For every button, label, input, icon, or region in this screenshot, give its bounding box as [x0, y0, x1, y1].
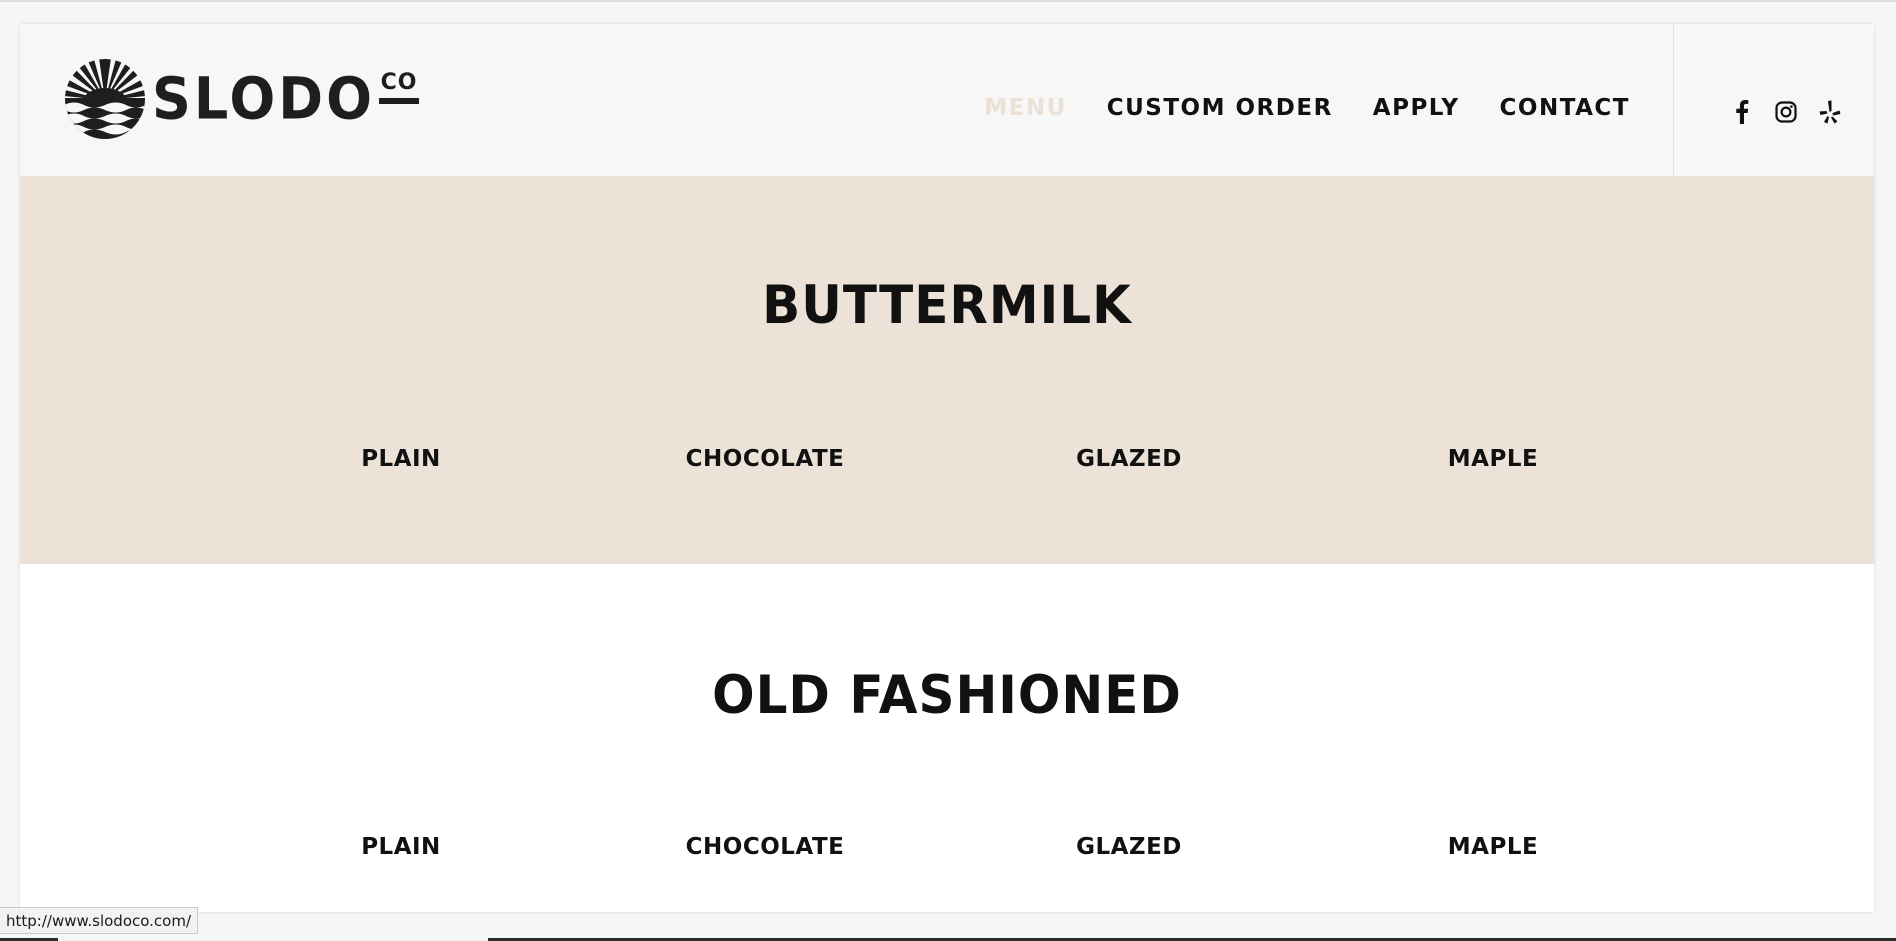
section-title: BUTTERMILK: [762, 274, 1132, 336]
section-buttermilk: BUTTERMILK PLAIN CHOCOLATE GLAZED MAPLE: [20, 176, 1874, 564]
social-links: [1730, 100, 1842, 124]
site-logo[interactable]: SLODO CO: [64, 58, 420, 140]
logo-co-mark: CO: [379, 70, 420, 104]
flavor-item: CHOCOLATE: [685, 834, 845, 860]
section-old-fashioned: OLD FASHIONED PLAIN CHOCOLATE GLAZED MAP…: [20, 564, 1874, 912]
nav-contact[interactable]: CONTACT: [1500, 95, 1630, 121]
window-top-rule: [0, 0, 1896, 2]
status-bar-url: http://www.slodoco.com/: [0, 907, 199, 934]
logo-wordmark: SLODO: [152, 64, 376, 133]
site-header: SLODO CO MENU CUSTOM ORDER APPLY CONTACT: [20, 24, 1874, 176]
nav-menu[interactable]: MENU: [984, 95, 1067, 121]
sunrise-wave-logo-icon: [65, 59, 145, 139]
yelp-icon[interactable]: [1818, 100, 1842, 124]
logo-co-underline: [379, 98, 420, 104]
logo-co-text: CO: [380, 70, 418, 95]
facebook-icon[interactable]: [1730, 100, 1754, 124]
nav-apply[interactable]: APPLY: [1373, 95, 1460, 121]
page-frame: SLODO CO MENU CUSTOM ORDER APPLY CONTACT: [20, 24, 1874, 912]
nav-custom-order[interactable]: CUSTOM ORDER: [1107, 95, 1333, 121]
main-nav: MENU CUSTOM ORDER APPLY CONTACT: [984, 95, 1630, 121]
instagram-icon[interactable]: [1774, 100, 1798, 124]
flavor-item: PLAIN: [361, 446, 441, 472]
header-divider: [1673, 24, 1674, 176]
section-title: OLD FASHIONED: [712, 664, 1182, 726]
flavor-item: CHOCOLATE: [685, 446, 845, 472]
flavor-item: MAPLE: [1447, 446, 1539, 472]
flavor-item: MAPLE: [1447, 834, 1539, 860]
flavor-item: GLAZED: [1076, 446, 1182, 472]
flavor-item: PLAIN: [361, 834, 441, 860]
flavor-item: GLAZED: [1076, 834, 1182, 860]
